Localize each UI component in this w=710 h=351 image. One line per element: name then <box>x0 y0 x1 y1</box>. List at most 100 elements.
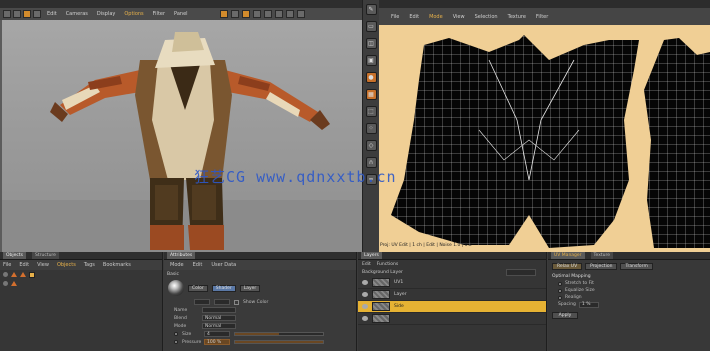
viewport-menu-options[interactable]: Options <box>124 11 143 17</box>
render-icon[interactable] <box>219 10 228 18</box>
spacing-field[interactable]: 1 % <box>578 301 599 308</box>
viewport-frame <box>0 20 2 252</box>
uv-menu-file[interactable]: File <box>391 14 399 20</box>
blend-dropdown[interactable]: Normal <box>202 315 236 321</box>
viewport-menu-filter[interactable]: Filter <box>153 11 165 17</box>
uv-command-buttons: Relax UV Projection Transform <box>548 260 710 273</box>
texture-icon[interactable]: ● <box>365 72 377 83</box>
objects-panel: Objects Structure File Edit View Objects… <box>0 252 163 351</box>
show-color-row: Show Color <box>164 298 356 306</box>
objects-menu-bookmarks[interactable]: Bookmarks <box>103 262 131 268</box>
name-field[interactable] <box>202 307 236 313</box>
checker-icon[interactable]: ▦ <box>365 89 377 100</box>
scale-icon[interactable] <box>33 10 41 18</box>
3d-viewport[interactable] <box>0 0 362 252</box>
size-field[interactable] <box>194 299 210 305</box>
eraser-icon[interactable]: ▭ <box>365 21 377 32</box>
grid-icon[interactable] <box>230 10 239 18</box>
show-color-checkbox[interactable] <box>234 299 239 305</box>
camera-icon[interactable] <box>23 10 31 18</box>
attributes-menu-user-data[interactable]: User Data <box>211 262 236 268</box>
viewport-menu-panel[interactable]: Panel <box>174 11 188 17</box>
rotate-icon[interactable] <box>13 10 21 18</box>
texture-tab[interactable]: Texture <box>590 252 614 259</box>
size-slider[interactable] <box>234 332 324 336</box>
layer-chip[interactable]: Layer <box>239 284 261 292</box>
mode-field[interactable] <box>214 299 230 305</box>
objects-menu-view[interactable]: View <box>37 262 49 268</box>
object-row[interactable] <box>0 270 162 279</box>
visibility-dot-icon[interactable] <box>3 281 8 286</box>
relax-uv-button[interactable]: Relax UV <box>552 263 583 270</box>
light-icon[interactable] <box>241 10 250 18</box>
eye-icon[interactable] <box>362 280 368 285</box>
objects-menu-file[interactable]: File <box>3 262 11 268</box>
uv-menu-selection[interactable]: Selection <box>475 14 498 20</box>
mode-dropdown[interactable]: Normal <box>202 323 236 329</box>
projection-button[interactable]: Projection <box>585 263 618 270</box>
fill-icon[interactable]: ▣ <box>365 55 377 66</box>
viewport-menu-cameras[interactable]: Cameras <box>66 11 88 17</box>
move-icon[interactable] <box>3 10 11 18</box>
uv-polygons-icon[interactable]: ◇ <box>365 140 377 151</box>
layer-row[interactable] <box>358 313 546 325</box>
polygon-object-icon <box>11 272 17 277</box>
layers-menu-edit[interactable]: Edit <box>362 262 371 267</box>
size-value-field[interactable]: 4 <box>204 331 230 337</box>
object-row[interactable] <box>0 279 162 288</box>
color-chip[interactable]: Color <box>188 284 208 292</box>
objects-menu-objects[interactable]: Objects <box>57 262 76 268</box>
layout-icon[interactable] <box>296 10 305 18</box>
transform-button[interactable]: Transform <box>620 263 653 270</box>
layer-thumbnail <box>372 302 390 311</box>
paint-brush-icon[interactable]: ✎ <box>365 4 377 15</box>
mirror-icon[interactable] <box>274 10 283 18</box>
objects-menu-tags[interactable]: Tags <box>84 262 95 268</box>
objects-menu-edit[interactable]: Edit <box>19 262 29 268</box>
layer-row[interactable]: UV1 <box>358 277 546 289</box>
radio-icon[interactable] <box>558 281 562 286</box>
structure-header-tab[interactable]: Structure <box>32 252 59 259</box>
axis-icon[interactable] <box>263 10 272 18</box>
uv-menu-mode[interactable]: Mode <box>429 14 443 20</box>
layers-header: Layers <box>358 252 546 260</box>
layers-menu-functions[interactable]: Functions <box>377 262 399 267</box>
eye-icon[interactable] <box>362 316 368 321</box>
texture-tag-icon[interactable] <box>29 271 35 278</box>
apply-button[interactable]: Apply <box>552 312 578 319</box>
pressure-value-field[interactable]: 100 % <box>204 339 230 345</box>
layer-thumbnail <box>372 290 390 299</box>
uv-menu-view[interactable]: View <box>453 14 465 20</box>
symmetry-icon[interactable] <box>285 10 294 18</box>
uv-editor[interactable] <box>379 0 710 252</box>
layers-header-tab[interactable]: Layers <box>361 252 382 259</box>
objects-header-tab[interactable]: Objects <box>3 252 27 259</box>
radio-icon[interactable] <box>174 340 178 344</box>
eye-icon[interactable] <box>362 292 368 297</box>
uv-points-icon[interactable]: ⁘ <box>365 123 377 134</box>
radio-icon[interactable] <box>558 288 562 293</box>
attributes-menu-mode[interactable]: Mode <box>170 262 184 268</box>
selection-icon[interactable]: ⬚ <box>365 106 377 117</box>
attributes-header-tab[interactable]: Attributes <box>167 252 196 259</box>
attributes-section-title: Basic <box>167 271 179 277</box>
attr-row-mode: Mode Normal <box>164 322 356 330</box>
layer-row-selected[interactable]: Side <box>358 301 546 313</box>
uv-manager-tab[interactable]: UV Manager <box>551 252 585 259</box>
radio-icon[interactable] <box>558 295 562 300</box>
layer-set-dropdown[interactable] <box>506 269 536 276</box>
uv-menu-edit[interactable]: Edit <box>409 14 419 20</box>
snap-icon[interactable] <box>252 10 261 18</box>
clone-icon[interactable]: ◫ <box>365 38 377 49</box>
shader-chip[interactable]: Shader <box>211 284 236 292</box>
viewport-menu-edit[interactable]: Edit <box>47 11 57 17</box>
attributes-menu-edit[interactable]: Edit <box>193 262 203 268</box>
layer-row[interactable]: Layer <box>358 289 546 301</box>
viewport-menu-display[interactable]: Display <box>97 11 115 17</box>
radio-icon[interactable] <box>174 332 178 336</box>
uv-menu-filter[interactable]: Filter <box>536 14 548 20</box>
uv-menu-texture[interactable]: Texture <box>508 14 526 20</box>
visibility-dot-icon[interactable] <box>3 272 8 277</box>
pressure-slider[interactable] <box>234 340 324 344</box>
eye-icon[interactable] <box>362 304 368 309</box>
